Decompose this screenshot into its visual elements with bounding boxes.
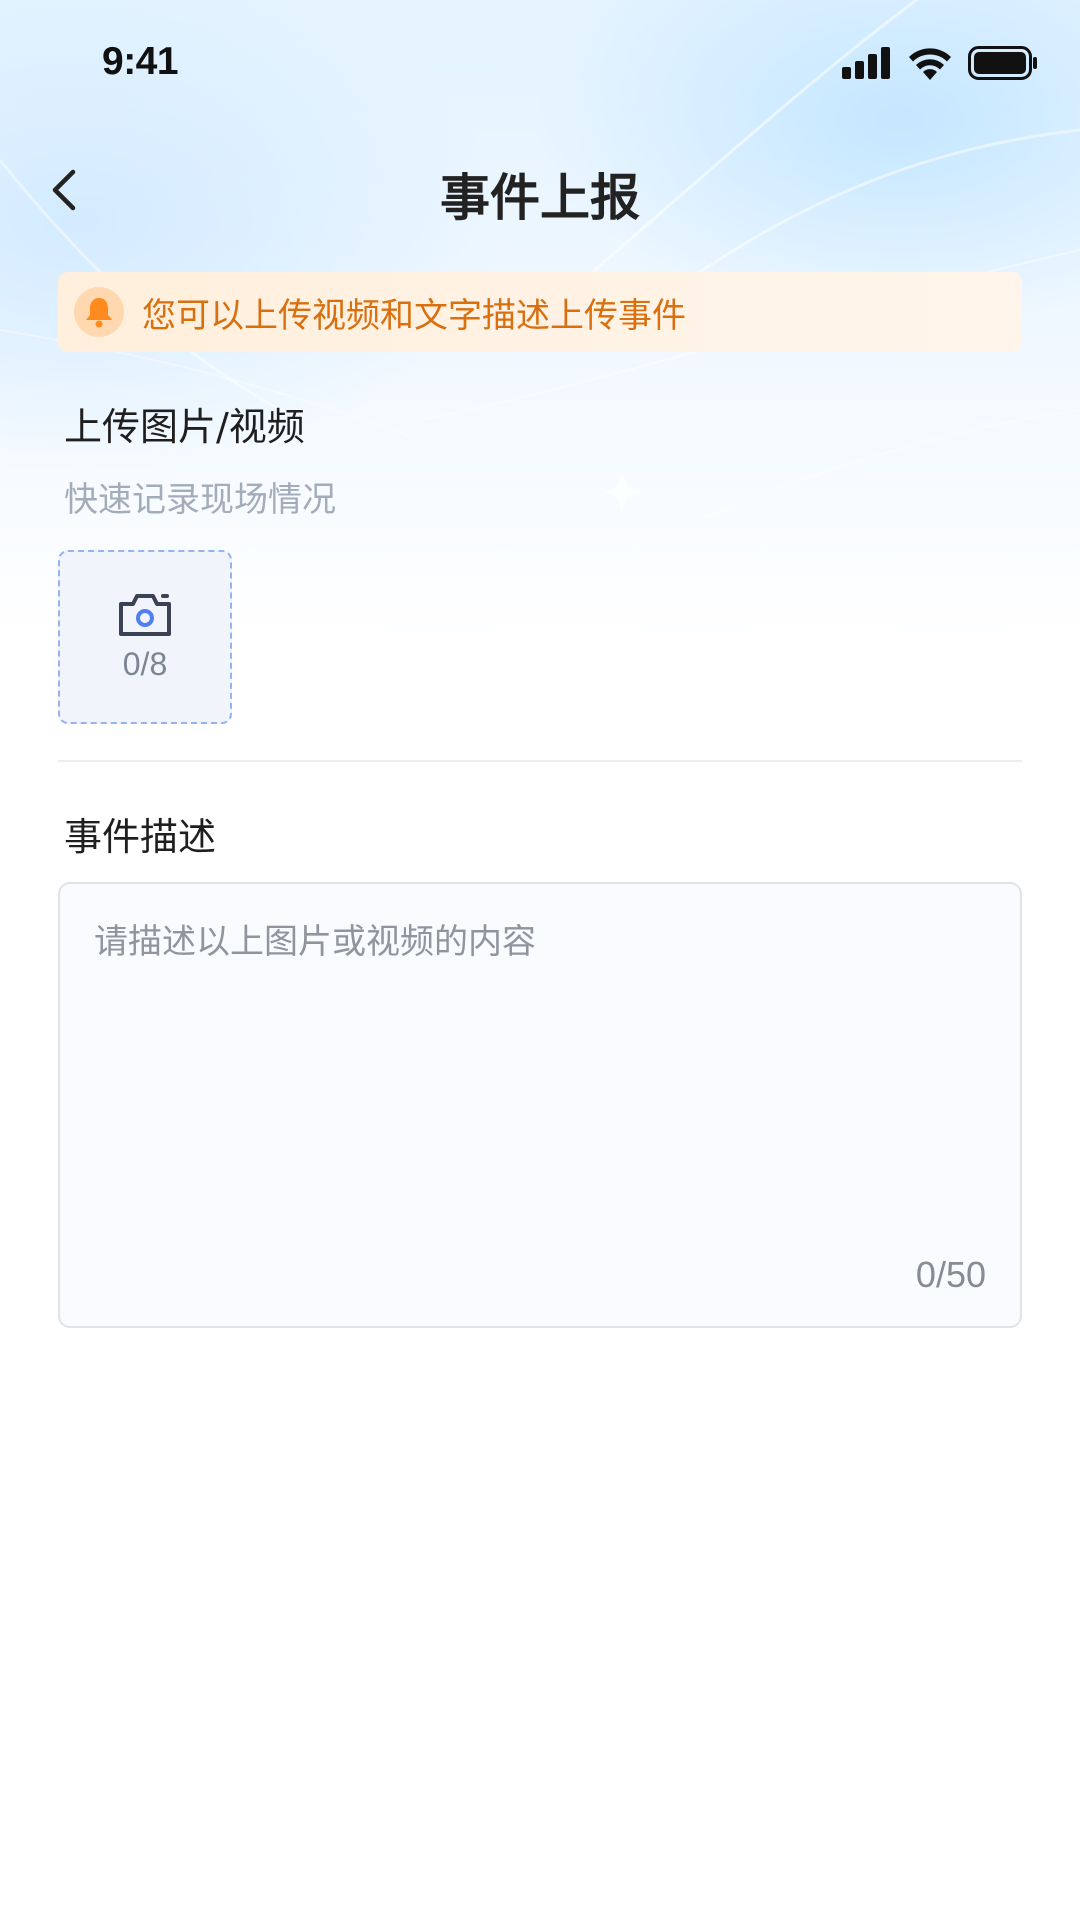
status-time: 9:41 — [102, 40, 179, 83]
bell-icon — [86, 298, 112, 328]
upload-section-subtitle: 快速记录现场情况 — [64, 480, 336, 520]
navigation-bar: 事件上报 — [0, 140, 1080, 240]
battery-icon — [968, 46, 1037, 80]
notice-text: 您可以上传视频和文字描述上传事件 — [142, 295, 686, 336]
notice-banner: 您可以上传视频和文字描述上传事件 — [58, 272, 1022, 352]
event-report-page: 9:41 事件上报 您可以上传视频和文字描述上传事件 上传图片/视频 快速记录现… — [0, 0, 1080, 1920]
section-divider — [58, 760, 1022, 762]
status-icons — [842, 46, 1038, 80]
notice-icon-container — [74, 287, 124, 337]
page-title: 事件上报 — [440, 169, 640, 227]
upload-section-title: 上传图片/视频 — [64, 405, 305, 449]
description-box: 0/50 — [58, 882, 1022, 1328]
description-section-title: 事件描述 — [64, 815, 217, 859]
wifi-icon — [909, 48, 951, 80]
description-char-count: 0/50 — [915, 1254, 986, 1295]
signal-icon — [842, 47, 890, 79]
upload-count: 0/8 — [122, 645, 168, 682]
description-input[interactable] — [94, 914, 974, 1214]
upload-media-button[interactable]: 0/8 — [58, 550, 232, 724]
camera-icon — [119, 593, 171, 636]
status-bar: 9:41 — [0, 0, 1080, 130]
